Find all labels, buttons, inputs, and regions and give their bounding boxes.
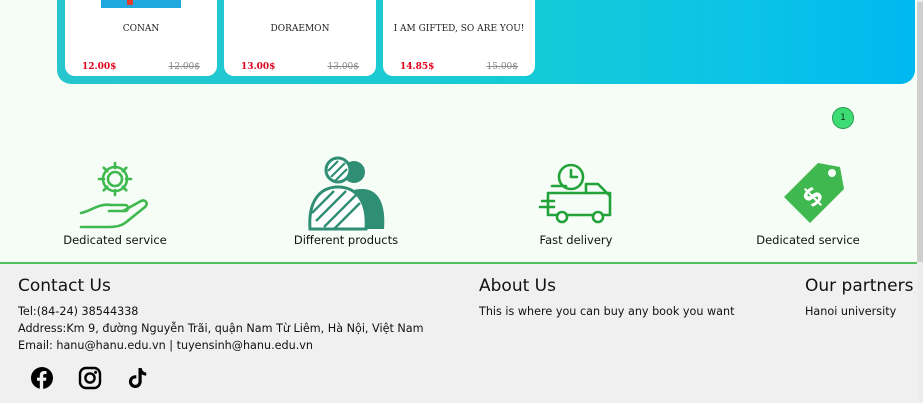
facebook-icon[interactable]	[30, 366, 54, 390]
tiktok-icon[interactable]	[126, 366, 150, 390]
service-delivery: Fast delivery	[481, 155, 671, 247]
book-card[interactable]: DORAEMON 13.00$ 13.00$	[224, 0, 376, 76]
book-old-price: 12.00$	[168, 62, 201, 72]
contact-address: Address:Km 9, đường Nguyễn Trãi, quận Na…	[18, 322, 424, 335]
book-price: 12.00$	[82, 62, 117, 72]
book-title[interactable]: DORAEMON	[224, 24, 376, 34]
partner-link[interactable]: Hanoi university	[805, 305, 896, 318]
scrollbar-thumb[interactable]	[917, 2, 923, 262]
contact-tel: Tel:(84-24) 38544338	[18, 305, 139, 318]
contact-heading: Contact Us	[18, 276, 111, 296]
book-cover-image[interactable]	[101, 0, 181, 8]
book-title[interactable]: I AM GIFTED, SO ARE YOU!	[383, 24, 535, 34]
service-products: Different products	[251, 155, 441, 247]
book-old-price: 13.00$	[327, 62, 360, 72]
partners-heading: Our partners	[805, 276, 914, 296]
service-label: Different products	[293, 233, 399, 247]
book-price: 13.00$	[241, 62, 276, 72]
service-price-tag: $ Dedicated service	[713, 155, 903, 247]
about-text: This is where you can buy any book you w…	[479, 305, 735, 318]
book-card[interactable]: CONAN 12.00$ 12.00$	[65, 0, 217, 76]
delivery-truck-icon	[538, 163, 612, 224]
service-dedicated: Dedicated service	[20, 155, 210, 247]
gear-hand-icon	[79, 161, 148, 229]
service-label: Fast delivery	[539, 233, 613, 247]
contact-email[interactable]: Email: hanu@hanu.edu.vn | tuyensinh@hanu…	[18, 339, 313, 352]
pagination-page-button[interactable]: 1	[832, 107, 854, 129]
price-tag-icon: $	[784, 163, 844, 223]
about-heading: About Us	[479, 276, 556, 296]
service-label: Dedicated service	[756, 233, 860, 247]
book-old-price: 15.00$	[486, 62, 519, 72]
book-title[interactable]: CONAN	[65, 24, 217, 34]
book-price: 14.85$	[400, 62, 435, 72]
service-label: Dedicated service	[63, 233, 167, 247]
site-footer: Contact Us Tel:(84-24) 38544338 Address:…	[0, 262, 923, 403]
page-scrollbar[interactable]	[917, 0, 923, 403]
people-icon	[308, 156, 385, 231]
book-card[interactable]: I AM GIFTED, SO ARE YOU! 14.85$ 15.00$	[383, 0, 535, 76]
instagram-icon[interactable]	[78, 366, 102, 390]
